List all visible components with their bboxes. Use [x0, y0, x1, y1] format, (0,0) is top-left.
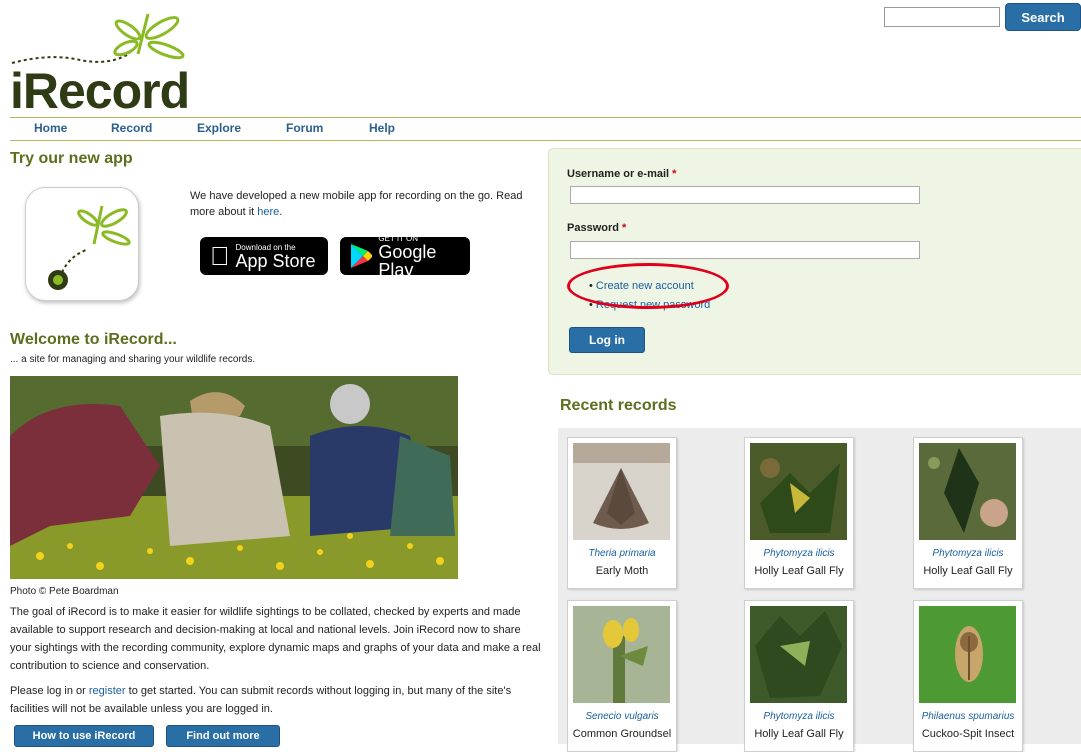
- record-card[interactable]: Philaenus spumarius Cuckoo-Spit Insect: [913, 600, 1023, 752]
- login-panel: Username or e-mail * Password * • Create…: [548, 148, 1081, 375]
- record-scientific-name[interactable]: Philaenus spumarius: [914, 711, 1022, 722]
- record-scientific-name[interactable]: Phytomyza ilicis: [745, 548, 853, 559]
- password-field[interactable]: [570, 241, 920, 259]
- logo-text: iRecord: [10, 63, 190, 119]
- google-play-icon: [351, 244, 373, 268]
- record-common-name: Holly Leaf Gall Fly: [923, 565, 1013, 577]
- record-common-name: Holly Leaf Gall Fly: [754, 728, 844, 740]
- record-common-name: Holly Leaf Gall Fly: [754, 565, 844, 577]
- app-dragonfly-icon: [48, 205, 131, 290]
- record-photo: [750, 443, 847, 540]
- login-button[interactable]: Log in: [569, 327, 645, 353]
- dragonfly-logo-icon: [11, 13, 185, 64]
- recent-records-heading: Recent records: [560, 397, 677, 414]
- record-scientific-name[interactable]: Phytomyza ilicis: [914, 548, 1022, 559]
- irecord-logo[interactable]: iRecord: [10, 8, 190, 116]
- app-store-badge[interactable]:  Download on the App Store: [200, 237, 328, 275]
- record-photo: [573, 443, 670, 540]
- record-card[interactable]: Phytomyza ilicis Holly Leaf Gall Fly: [744, 600, 854, 752]
- app-description: We have developed a new mobile app for r…: [190, 190, 523, 218]
- username-field[interactable]: [570, 186, 920, 204]
- record-photo: [919, 443, 1016, 540]
- app-section-heading: Try our new app: [10, 150, 133, 167]
- highlight-circle: [567, 263, 729, 309]
- register-link[interactable]: register: [89, 685, 126, 697]
- record-photo: [919, 606, 1016, 703]
- record-scientific-name[interactable]: Senecio vulgaris: [568, 711, 676, 722]
- apple-icon: : [210, 241, 230, 272]
- app-more-link[interactable]: here: [257, 206, 279, 218]
- record-common-name: Early Moth: [595, 565, 649, 577]
- nav-record[interactable]: Record: [111, 121, 152, 135]
- google-play-badge[interactable]: GET IT ON Google Play: [340, 234, 470, 279]
- record-photo: [750, 606, 847, 703]
- username-label: Username or e-mail *: [567, 168, 677, 180]
- record-card[interactable]: Phytomyza ilicis Holly Leaf Gall Fly: [744, 437, 854, 589]
- welcome-subtitle: ... a site for managing and sharing your…: [10, 354, 256, 365]
- nav-explore[interactable]: Explore: [197, 121, 241, 135]
- recorders-in-meadow-image: [10, 376, 458, 579]
- login-prompt-paragraph: Please log in or register to get started…: [10, 685, 512, 715]
- record-scientific-name[interactable]: Phytomyza ilicis: [745, 711, 853, 722]
- record-common-name: Common Groundsel: [572, 728, 672, 740]
- nav-help[interactable]: Help: [369, 121, 395, 135]
- nav-home[interactable]: Home: [34, 121, 67, 135]
- password-label: Password *: [567, 222, 627, 234]
- record-card[interactable]: Theria primaria Early Moth: [567, 437, 677, 589]
- nav-forum[interactable]: Forum: [286, 121, 323, 135]
- main-nav: Home Record Explore Forum Help: [10, 117, 1081, 141]
- record-card[interactable]: Phytomyza ilicis Holly Leaf Gall Fly: [913, 437, 1023, 589]
- welcome-heading: Welcome to iRecord...: [10, 331, 177, 348]
- recent-records-grid: Theria primaria Early Moth Phytomyza ili…: [558, 428, 1081, 752]
- search-input[interactable]: [884, 7, 1000, 27]
- search-button[interactable]: Search: [1005, 3, 1081, 31]
- record-photo: [573, 606, 670, 703]
- welcome-photo: [10, 376, 458, 579]
- record-common-name: Cuckoo-Spit Insect: [921, 728, 1015, 740]
- welcome-paragraph: The goal of iRecord is to make it easier…: [10, 606, 541, 672]
- photo-credit: Photo © Pete Boardman: [10, 586, 119, 597]
- record-scientific-name[interactable]: Theria primaria: [568, 548, 676, 559]
- app-icon[interactable]: [25, 187, 139, 301]
- record-card[interactable]: Senecio vulgaris Common Groundsel: [567, 600, 677, 752]
